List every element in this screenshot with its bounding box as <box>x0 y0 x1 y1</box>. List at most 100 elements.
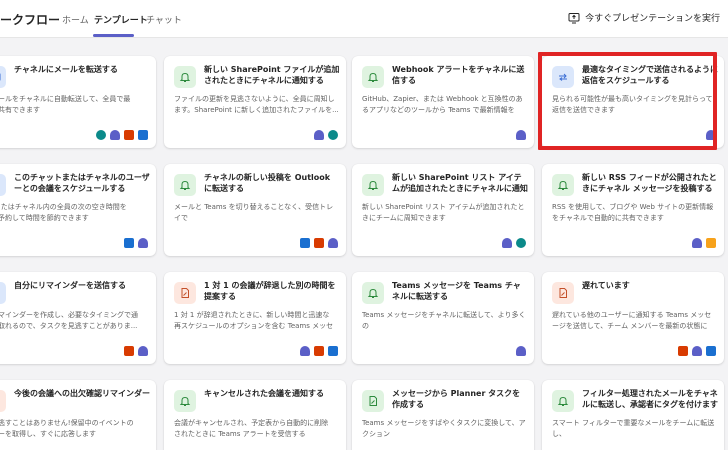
card-icon <box>174 390 196 412</box>
card-icon <box>0 282 6 304</box>
tab-home[interactable]: ホーム <box>62 13 89 26</box>
template-card[interactable]: Webhook アラートをチャネルに送信する GitHub、Zapier、または… <box>352 56 534 148</box>
template-card[interactable]: Teams メッセージを Teams チャネルに転送する Teams メッセージ… <box>352 272 534 364</box>
teams-icon <box>138 346 148 356</box>
template-card[interactable]: 自分にリマインダーを送信する なリマインダーを作成し、必要なタイミングで通 受け… <box>0 272 156 364</box>
bell-icon <box>179 180 191 190</box>
bell-icon <box>367 288 379 298</box>
card-icon <box>174 282 196 304</box>
template-card[interactable]: チャネルの新しい投稿を Outlook に転送する メールと Teams を切り… <box>164 164 346 256</box>
card-icon <box>362 66 384 88</box>
outlook-icon <box>124 238 134 248</box>
card-icon <box>174 174 196 196</box>
top-bar: ークフロー ホーム テンプレート チャット 今すぐプレゼンテーションを実行 <box>0 0 728 38</box>
teams-icon <box>110 130 120 140</box>
teams-icon <box>502 238 512 248</box>
template-card[interactable]: フィルター処理されたメールをチャネルに転送し、承認者にタグを付けます スマート … <box>542 380 724 450</box>
office-icon <box>314 238 324 248</box>
outlook-icon <box>706 346 716 356</box>
sharepoint-icon <box>516 238 526 248</box>
sharepoint-icon <box>328 130 338 140</box>
card-apps <box>300 238 338 248</box>
card-title: 新しい RSS フィードが公開されたときにチャネル メッセージを投稿する <box>582 173 717 193</box>
card-icon <box>552 282 574 304</box>
card-description: 会議がキャンセルされ、予定表から自動的に削除 されたときに Teams アラート… <box>174 419 329 438</box>
card-description: 1 対 1 が辞退されたときに、新しい時間と迅速な 再スケジュールのオプションを… <box>174 311 334 330</box>
card-title: キャンセルされた会議を通知する <box>204 389 324 398</box>
card-description: 遅れている他のユーザーに通知する Teams メッセ ージを送信して、チーム メ… <box>552 311 712 330</box>
edit-document-icon <box>559 288 567 298</box>
calendar-icon <box>0 179 1 191</box>
tab-templates[interactable]: テンプレート <box>94 13 148 26</box>
mail-forward-icon <box>0 73 1 81</box>
card-description: を見逃すことはありません!保留中のイベントの ンダーを取得し、すぐに応答します <box>0 419 134 438</box>
card-title: 遅れています <box>582 281 630 290</box>
bell-icon <box>179 72 191 82</box>
card-icon <box>0 390 6 412</box>
card-apps <box>124 238 148 248</box>
card-description: GitHub、Zapier、または Webhook と互換性のあ るアプリなどの… <box>362 95 523 114</box>
card-icon <box>552 390 574 412</box>
present-now-button[interactable]: 今すぐプレゼンテーションを実行 <box>568 11 720 24</box>
teams-icon <box>692 238 702 248</box>
office-icon <box>124 130 134 140</box>
card-icon <box>0 174 6 196</box>
reminder-icon <box>0 287 1 299</box>
template-card[interactable]: 1 対 1 の会議が辞退した別の時間を提案する 1 対 1 が辞退されたときに、… <box>164 272 346 364</box>
card-title: 新しい SharePoint リスト アイテムが追加されたときにチャネルに通知す… <box>392 173 528 193</box>
card-description: ファイルの更新を見逃さないように、全員に周知し ます。SharePoint に新… <box>174 95 339 114</box>
card-title: メッセージから Planner タスクを作成する <box>392 389 521 409</box>
teams-icon <box>692 346 702 356</box>
app-title: ークフロー <box>0 13 61 27</box>
card-description: ま!またはチャネル内の全員の次の空き時間を 的に予約して時間を節約できます <box>0 203 127 222</box>
card-description: RSS を使用して、ブログや Web サイトの更新情報 をチャネルで自動的に共有… <box>552 203 714 222</box>
template-card[interactable]: 新しい SharePoint ファイルが追加されたときにチャネルに通知する ファ… <box>164 56 346 148</box>
card-apps <box>314 130 338 140</box>
card-title: Webhook アラートをチャネルに送信する <box>392 65 525 85</box>
tab-chat[interactable]: チャット <box>146 13 182 26</box>
bell-icon <box>179 396 191 406</box>
card-title: フィルター処理されたメールをチャネルに転送し、承認者にタグを付けます <box>582 389 718 409</box>
card-description: スマート フィルターで重要なメールをチームに転送し、 チャネル送信で承認者をタグ… <box>552 419 715 438</box>
template-card[interactable]: キャンセルされた会議を通知する 会議がキャンセルされ、予定表から自動的に削除 さ… <box>164 380 346 450</box>
card-apps <box>300 346 338 356</box>
template-card[interactable]: 新しい SharePoint リスト アイテムが追加されたときにチャネルに通知す… <box>352 164 534 256</box>
template-card[interactable]: 今後の会議への出欠確認リマインダー を見逃すことはありません!保留中のイベントの… <box>0 380 156 450</box>
office-icon <box>124 346 134 356</box>
active-tab-indicator <box>93 34 134 37</box>
card-description: なリマインダーを作成し、必要なタイミングで通 受け取れるので、タスクを見逃すこと… <box>0 311 138 330</box>
sharepoint-icon <box>96 130 106 140</box>
edit-document-icon <box>181 288 189 298</box>
card-apps <box>678 346 716 356</box>
card-apps <box>124 346 148 356</box>
card-icon <box>362 390 384 412</box>
card-icon <box>552 174 574 196</box>
template-card[interactable]: メッセージから Planner タスクを作成する Teams メッセージをすばや… <box>352 380 534 450</box>
card-title: 今後の会議への出欠確認リマインダー <box>14 389 150 398</box>
card-title: 新しい SharePoint ファイルが追加されたときにチャネルに通知する <box>204 65 340 85</box>
template-card[interactable]: 遅れています 遅れている他のユーザーに通知する Teams メッセ ージを送信し… <box>542 272 724 364</box>
outlook-icon <box>138 130 148 140</box>
template-card[interactable]: 新しい RSS フィードが公開されたときにチャネル メッセージを投稿する RSS… <box>542 164 724 256</box>
template-card[interactable]: このチャットまたはチャネルのユーザーとの会議をスケジュールする ま!またはチャネ… <box>0 164 156 256</box>
card-icon <box>0 66 6 88</box>
card-title: 1 対 1 の会議が辞退した別の時間を提案する <box>204 281 336 301</box>
card-title: 自分にリマインダーを送信する <box>14 281 126 290</box>
outlook-icon <box>328 346 338 356</box>
card-title: チャネルにメールを転送する <box>14 65 118 74</box>
template-card[interactable]: チャネルにメールを転送する なメールをチャネルに自動転送して、全員で最 報を共有… <box>0 56 156 148</box>
present-icon <box>568 12 580 23</box>
rss-icon <box>706 238 716 248</box>
card-apps <box>516 130 526 140</box>
office-icon <box>314 346 324 356</box>
card-apps <box>516 346 526 356</box>
card-icon <box>174 66 196 88</box>
outlook-icon <box>300 238 310 248</box>
card-description: なメールをチャネルに自動転送して、全員で最 報を共有できます <box>0 95 131 114</box>
edit-document-icon <box>369 396 377 406</box>
card-description: Teams メッセージをチャネルに転送して、より多くの ユーザーと共有します <box>362 311 526 330</box>
teams-icon <box>328 238 338 248</box>
teams-icon <box>516 130 526 140</box>
present-label: 今すぐプレゼンテーションを実行 <box>585 14 720 24</box>
office-icon <box>678 346 688 356</box>
